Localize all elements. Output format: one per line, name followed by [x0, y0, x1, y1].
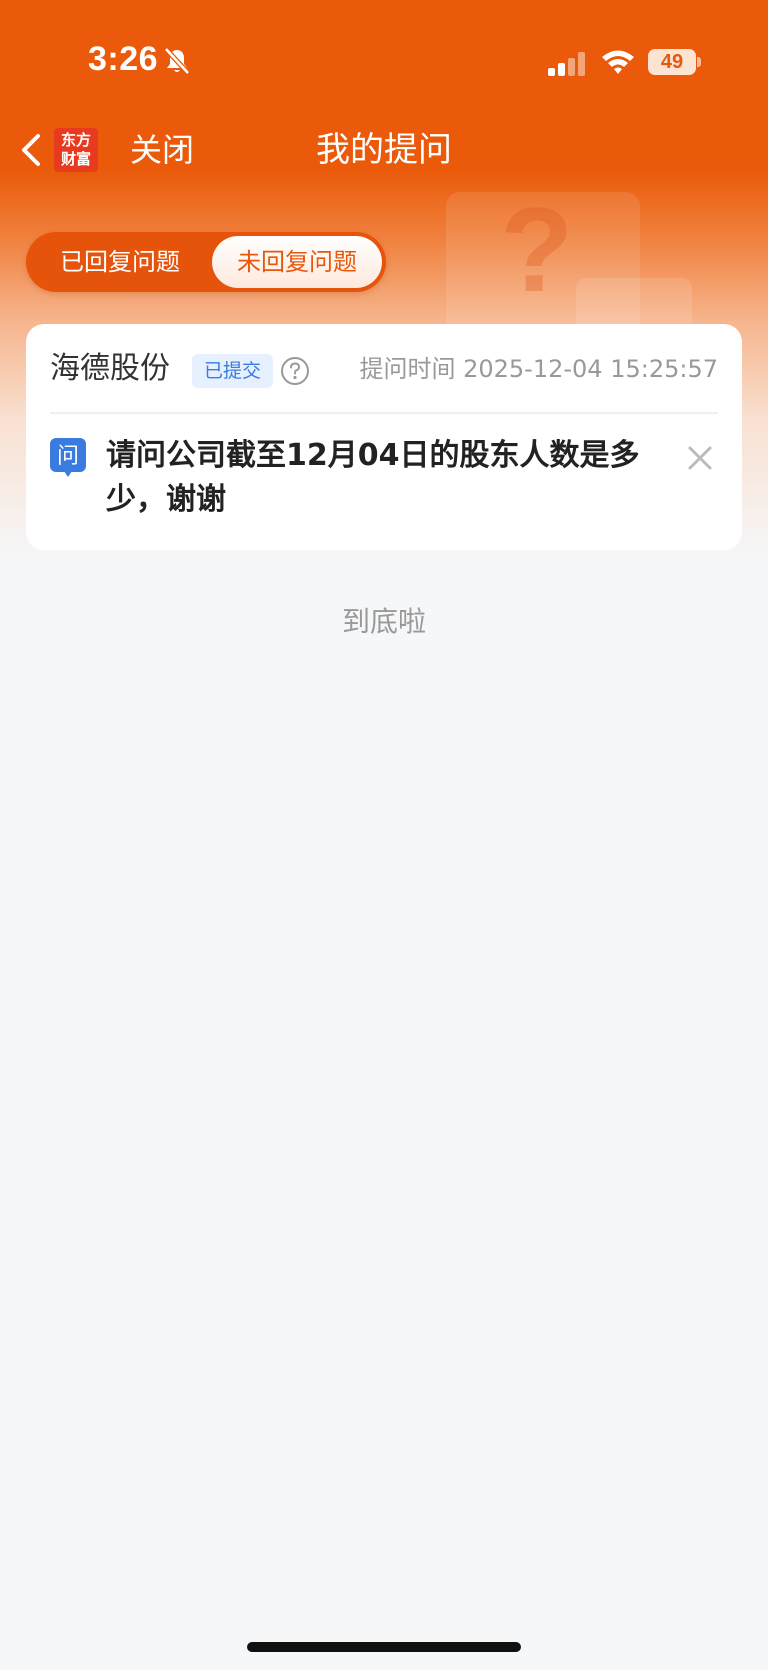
battery-cap — [697, 57, 701, 67]
home-indicator[interactable] — [247, 1642, 521, 1652]
question-tabs: 已回复问题 未回复问题 — [26, 232, 386, 292]
help-circle-icon[interactable] — [280, 356, 310, 386]
signal-icon — [548, 52, 585, 76]
question-card[interactable]: 海德股份 已提交 提问时间 2025-12-04 15:25:57 问 请问公司… — [26, 324, 742, 550]
battery-indicator: 49 — [648, 49, 696, 75]
end-of-list-text: 到底啦 — [341, 605, 426, 638]
close-icon[interactable] — [686, 444, 714, 472]
divider — [50, 412, 718, 414]
question-bubble-char: 问 — [57, 444, 79, 469]
wifi-icon — [602, 50, 634, 74]
question-bubble-icon: 问 — [50, 438, 86, 477]
tab-unreplied-questions[interactable]: 未回复问题 — [212, 236, 382, 288]
question-mark-decoration-icon: ? — [500, 183, 574, 317]
page-title: 我的提问 — [316, 130, 452, 170]
company-name[interactable]: 海德股份 — [50, 348, 170, 390]
status-time: 3:26 — [88, 40, 159, 78]
bell-slash-icon — [164, 47, 190, 75]
question-text[interactable]: 请问公司截至12月04日的股东人数是多少，谢谢 — [106, 434, 666, 522]
status-badge: 已提交 — [192, 354, 274, 388]
ask-time: 提问时间 2025-12-04 15:25:57 — [359, 355, 718, 383]
tab-replied-questions[interactable]: 已回复问题 — [30, 236, 210, 288]
